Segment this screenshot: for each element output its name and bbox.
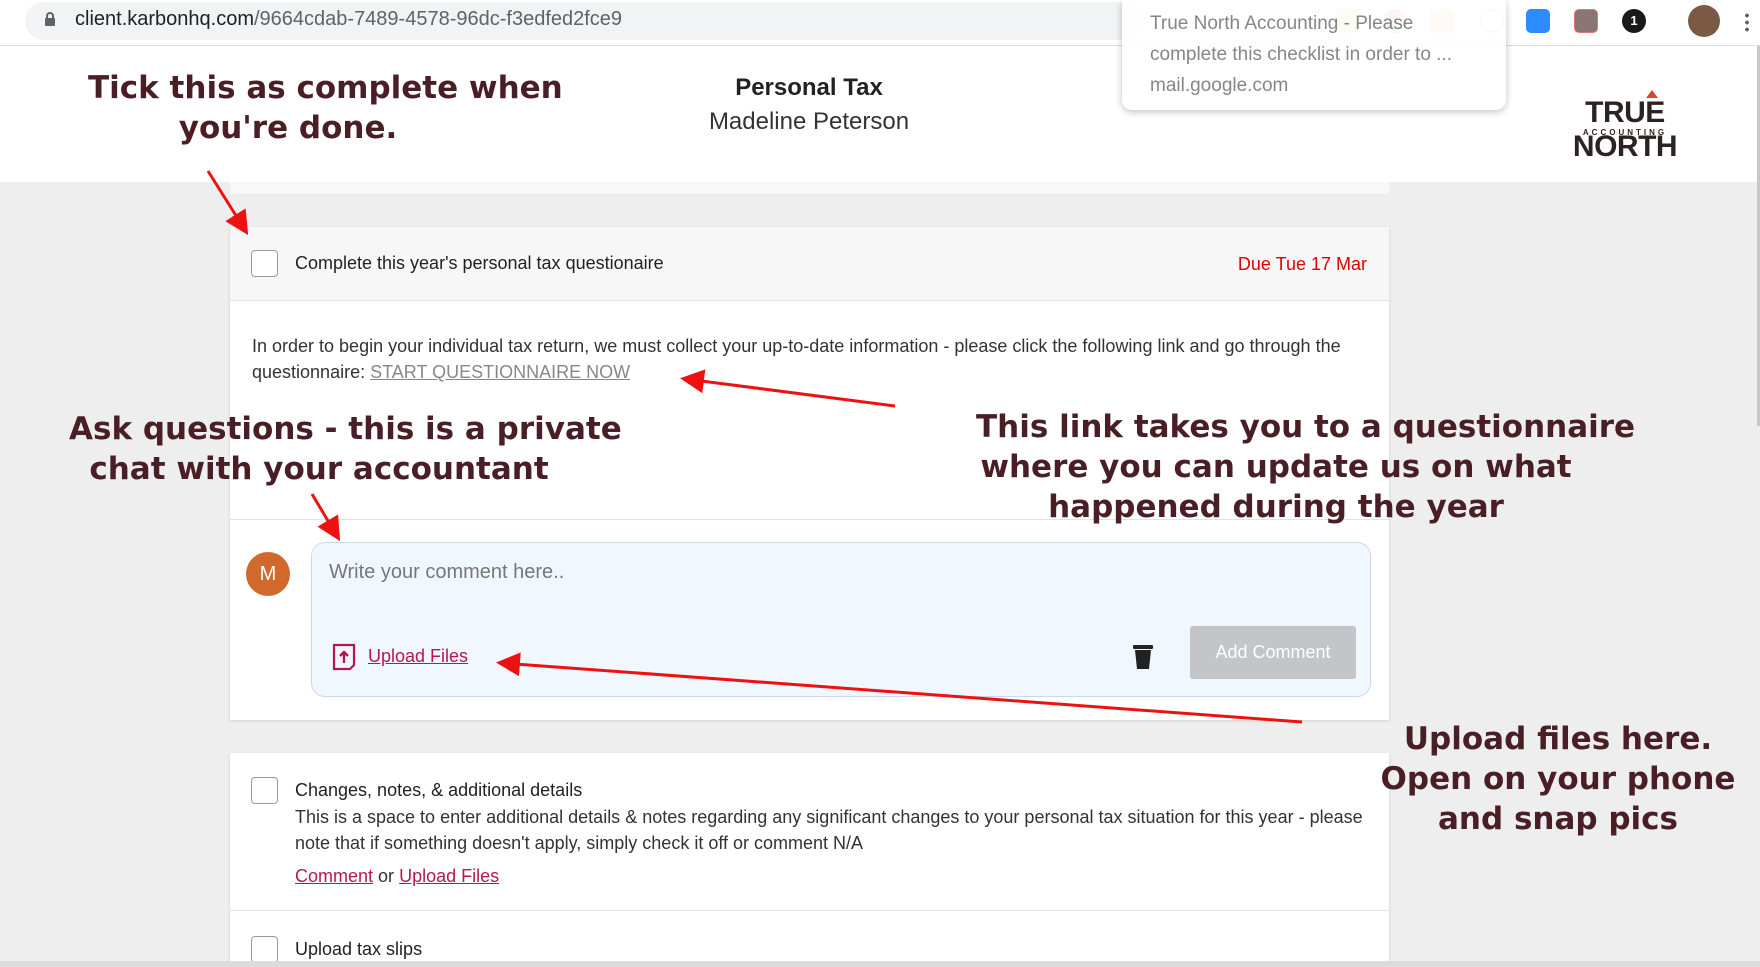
trash-icon[interactable] [1132, 642, 1154, 670]
url-domain: client.karbonhq.com [75, 8, 254, 30]
avatar: M [246, 552, 290, 596]
onepassword-icon[interactable]: 1 [1622, 9, 1646, 33]
horizontal-scrollbar[interactable] [0, 961, 1760, 967]
comment-box[interactable]: Write your comment here.. Upload Files A… [311, 542, 1371, 697]
annotation-line: and snap pics [1437, 801, 1679, 837]
url-text[interactable]: client.karbonhq.com/9664cdab-7489-4578-9… [75, 8, 622, 31]
client-name: Madeline Peterson [708, 108, 910, 135]
upload-file-icon[interactable] [332, 643, 356, 671]
url-path: /9664cdab-7489-4578-96dc-f3edfed2fce9 [253, 8, 623, 30]
notification-body: complete this checklist in order to ... [1150, 44, 1453, 65]
task-header: Complete this year's personal tax questi… [230, 227, 1389, 301]
annotation-line: Ask questions - this is a private [69, 411, 622, 447]
logo-subtext: ACCOUNTING [1582, 128, 1668, 137]
annotation-line: happened during the year [1048, 489, 1504, 525]
notification-title: True North Accounting - Please [1150, 13, 1414, 34]
notification-popup[interactable]: True North Accounting - Please complete … [1122, 0, 1506, 110]
annotation-line: Tick this as complete when [88, 70, 563, 106]
profile-avatar[interactable] [1688, 5, 1720, 37]
task-card-changes: Changes, notes, & additional details Thi… [230, 753, 1389, 967]
task-complete-checkbox[interactable] [251, 777, 278, 804]
page-title: Personal Tax [735, 74, 883, 101]
task-complete-checkbox[interactable] [251, 250, 278, 277]
company-logo: TRUE NORTH ACCOUNTING [1536, 88, 1714, 163]
annotation-line: Upload files here. [1403, 721, 1713, 757]
task-description: In order to begin your individual tax re… [252, 333, 1372, 385]
annotation-link: This link takes you to a questionnaire wh… [976, 407, 1636, 527]
upload-files-link[interactable]: Upload Files [368, 646, 468, 667]
add-comment-button[interactable]: Add Comment [1190, 626, 1356, 679]
due-date: Due Tue 17 Mar [1237, 254, 1367, 274]
divider [230, 910, 1389, 911]
notification-source: mail.google.com [1150, 75, 1289, 96]
task-complete-checkbox[interactable] [251, 936, 278, 963]
task-title: Upload tax slips [295, 939, 423, 959]
or-text: or [378, 866, 395, 886]
task-actions: Comment or Upload Files [295, 866, 499, 887]
annotation-upload: Upload files here. Open on your phone and … [1378, 719, 1738, 839]
start-questionnaire-link[interactable]: START QUESTIONNAIRE NOW [370, 362, 630, 382]
comment-input[interactable]: Write your comment here.. [329, 561, 564, 584]
upload-files-link[interactable]: Upload Files [399, 866, 499, 886]
task-description: This is a space to enter additional deta… [295, 807, 1363, 853]
menu-icon[interactable] [1745, 12, 1749, 32]
annotation-line: This link takes you to a questionnaire [976, 409, 1636, 445]
annotation-line: Open on your phone [1380, 761, 1736, 797]
comment-link[interactable]: Comment [295, 866, 373, 886]
annotation-line: you're done. [178, 110, 398, 146]
lock-icon [45, 12, 55, 26]
annotation-line: chat with your accountant [89, 451, 549, 487]
annotation-line: where you can update us on what [980, 449, 1572, 485]
pdf-extension-icon[interactable] [1574, 9, 1598, 33]
zoom-extension-icon[interactable] [1526, 9, 1550, 33]
previous-card-edge [230, 182, 1389, 194]
annotation-ask: Ask questions - this is a private chat wi… [69, 409, 622, 489]
task-title: Changes, notes, & additional details [295, 780, 583, 800]
annotation-tick: Tick this as complete when you're done. [88, 68, 563, 148]
task-title: Complete this year's personal tax questi… [295, 253, 664, 273]
